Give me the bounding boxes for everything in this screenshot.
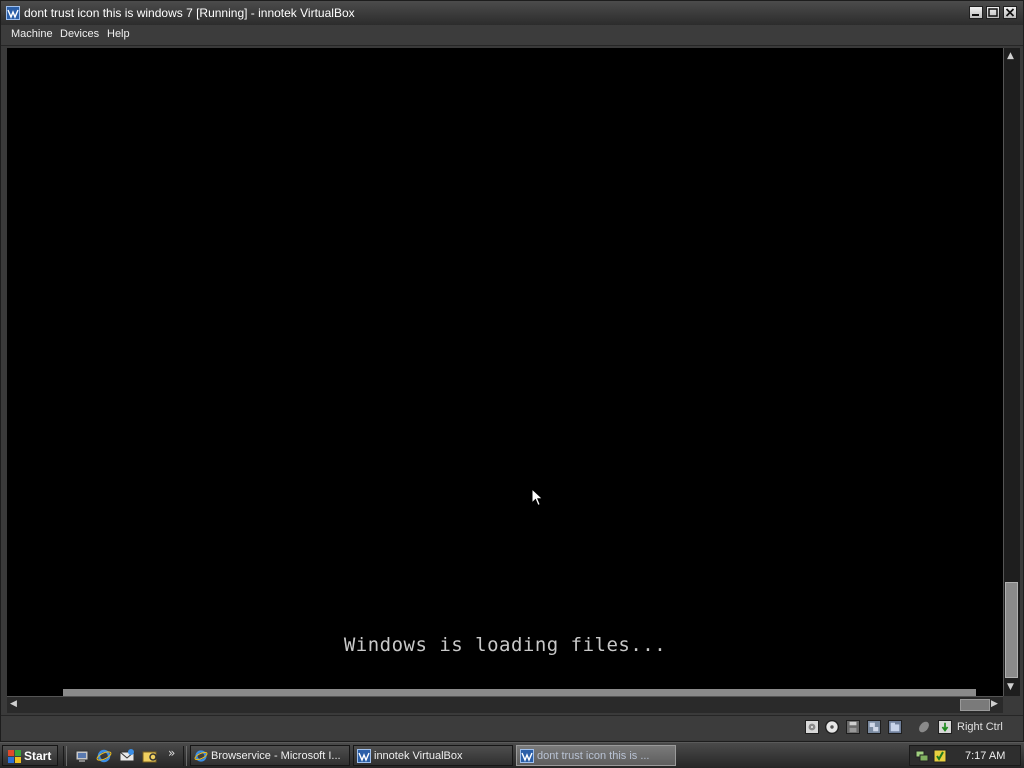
task-label: innotek VirtualBox	[374, 750, 463, 762]
task-browservice[interactable]: Browservice - Microsoft I...	[190, 745, 350, 766]
windows-flag-icon	[8, 750, 21, 763]
virtualbox-icon	[357, 749, 371, 763]
menu-help[interactable]: Help	[107, 28, 130, 40]
task-virtualbox[interactable]: innotek VirtualBox	[353, 745, 513, 766]
close-button[interactable]	[1003, 6, 1017, 19]
host-key-label: Right Ctrl	[957, 721, 1003, 733]
internet-explorer-icon[interactable]	[96, 748, 112, 764]
maximize-button[interactable]	[986, 6, 1000, 19]
vm-display[interactable]: Windows is loading files...	[7, 48, 1003, 696]
tray-network-icon[interactable]	[915, 749, 929, 763]
vertical-scrollbar[interactable]: ▲ ▼	[1003, 48, 1020, 696]
scroll-right-icon[interactable]: ▶	[991, 699, 998, 709]
taskbar-separator	[63, 746, 67, 766]
tray-security-icon[interactable]	[933, 749, 947, 763]
scroll-up-icon[interactable]: ▲	[1007, 51, 1014, 61]
status-bar: Right Ctrl	[1, 715, 1023, 740]
network-icon[interactable]	[867, 720, 881, 734]
vertical-scroll-thumb[interactable]	[1005, 582, 1018, 678]
horizontal-scroll-track-highlight	[63, 689, 976, 696]
system-tray: 7:17 AM	[909, 745, 1021, 766]
start-button[interactable]: Start	[2, 745, 58, 766]
show-desktop-icon[interactable]	[74, 748, 90, 764]
horizontal-scrollbar[interactable]: ◀ ▶	[7, 689, 1003, 713]
windows-explorer-icon[interactable]	[142, 748, 158, 764]
maximize-icon	[988, 8, 998, 17]
mouse-integration-icon[interactable]	[917, 720, 931, 734]
floppy-icon[interactable]	[846, 720, 860, 734]
scroll-left-icon[interactable]: ◀	[10, 699, 17, 709]
scroll-down-icon[interactable]: ▼	[1007, 682, 1014, 692]
shared-folders-icon[interactable]	[888, 720, 902, 734]
cd-icon[interactable]	[825, 720, 839, 734]
start-label: Start	[24, 749, 52, 763]
close-icon	[1005, 8, 1015, 17]
menu-machine[interactable]: Machine	[11, 28, 53, 40]
outlook-express-icon[interactable]	[119, 748, 135, 764]
minimize-icon	[972, 14, 979, 16]
menu-bar: Machine Devices Help	[1, 25, 1023, 46]
clock: 7:17 AM	[965, 750, 1006, 762]
title-bar[interactable]: dont trust icon this is windows 7 [Runni…	[1, 1, 1023, 26]
hard-disk-icon[interactable]	[805, 720, 819, 734]
quick-launch-more-icon[interactable]: »	[168, 746, 175, 760]
window-title: dont trust icon this is windows 7 [Runni…	[24, 6, 355, 20]
host-key-icon	[938, 720, 952, 734]
mouse-cursor-icon	[531, 488, 544, 507]
horizontal-scroll-thumb[interactable]	[960, 699, 990, 711]
virtualbox-icon	[520, 749, 534, 763]
taskbar-separator	[183, 746, 187, 766]
virtualbox-icon	[6, 6, 20, 20]
task-label: Browservice - Microsoft I...	[211, 750, 341, 762]
task-label: dont trust icon this is ...	[537, 750, 650, 762]
task-vm-window[interactable]: dont trust icon this is ...	[516, 745, 676, 766]
minimize-button[interactable]	[969, 6, 983, 19]
menu-devices[interactable]: Devices	[60, 28, 99, 40]
virtualbox-window: dont trust icon this is windows 7 [Runni…	[0, 0, 1024, 742]
taskbar: Start » Browservice - Microsoft I... inn…	[0, 742, 1024, 768]
vm-loading-text: Windows is loading files...	[343, 634, 667, 656]
ie-icon	[194, 750, 208, 762]
